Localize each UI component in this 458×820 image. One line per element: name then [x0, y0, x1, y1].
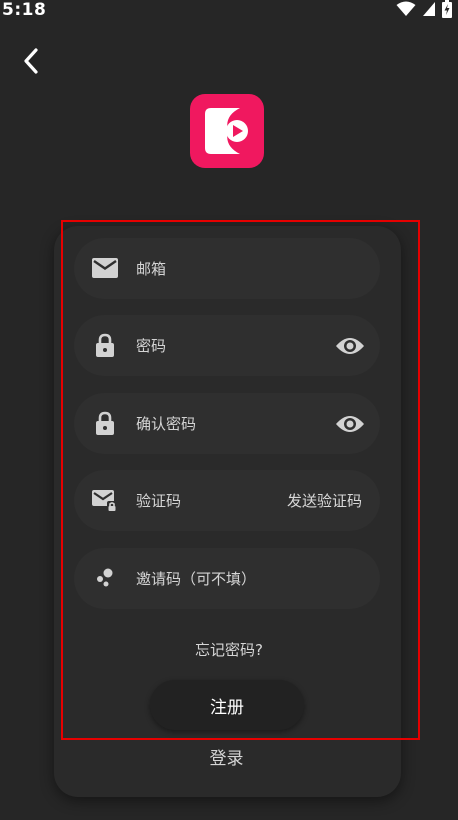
password-field[interactable]: 密码 — [74, 315, 380, 376]
verification-code-field[interactable]: 验证码 发送验证码 — [74, 470, 380, 531]
send-code-button[interactable]: 发送验证码 — [287, 490, 362, 511]
signal-icon — [422, 1, 436, 21]
invite-code-input[interactable]: 邀请码（可不填） — [136, 568, 256, 589]
email-field[interactable]: 邮箱 — [74, 238, 380, 299]
invite-dots-icon — [92, 565, 118, 591]
app-logo — [190, 94, 264, 168]
status-time: 5:18 — [2, 0, 47, 20]
chevron-left-icon — [24, 48, 38, 74]
register-button[interactable]: 注册 — [150, 680, 304, 730]
mail-lock-icon — [92, 487, 118, 513]
mail-icon — [92, 255, 118, 281]
battery-charging-icon — [442, 0, 452, 22]
register-screen: 5:18 邮箱 密码 确认密码 验证码 发送验证码 邀请码（可不填） 忘记密码?… — [0, 0, 458, 820]
confirm-password-visibility-toggle[interactable] — [334, 410, 366, 438]
play-logo-icon — [205, 108, 248, 154]
invite-code-field[interactable]: 邀请码（可不填） — [74, 548, 380, 609]
confirm-password-field[interactable]: 确认密码 — [74, 393, 380, 454]
status-icons — [396, 0, 452, 22]
forgot-password-link[interactable]: 忘记密码? — [0, 639, 458, 660]
status-bar: 5:18 — [0, 0, 458, 24]
wifi-icon — [396, 1, 416, 21]
lock-icon — [92, 410, 118, 436]
back-button[interactable] — [14, 44, 48, 78]
verification-code-input[interactable]: 验证码 — [136, 490, 181, 511]
eye-icon — [336, 338, 364, 354]
confirm-password-input[interactable]: 确认密码 — [136, 413, 196, 434]
login-link[interactable]: 登录 — [0, 744, 453, 769]
lock-icon — [92, 332, 118, 358]
password-input[interactable]: 密码 — [136, 335, 166, 356]
email-input[interactable]: 邮箱 — [136, 258, 166, 279]
eye-icon — [336, 416, 364, 432]
password-visibility-toggle[interactable] — [334, 332, 366, 360]
